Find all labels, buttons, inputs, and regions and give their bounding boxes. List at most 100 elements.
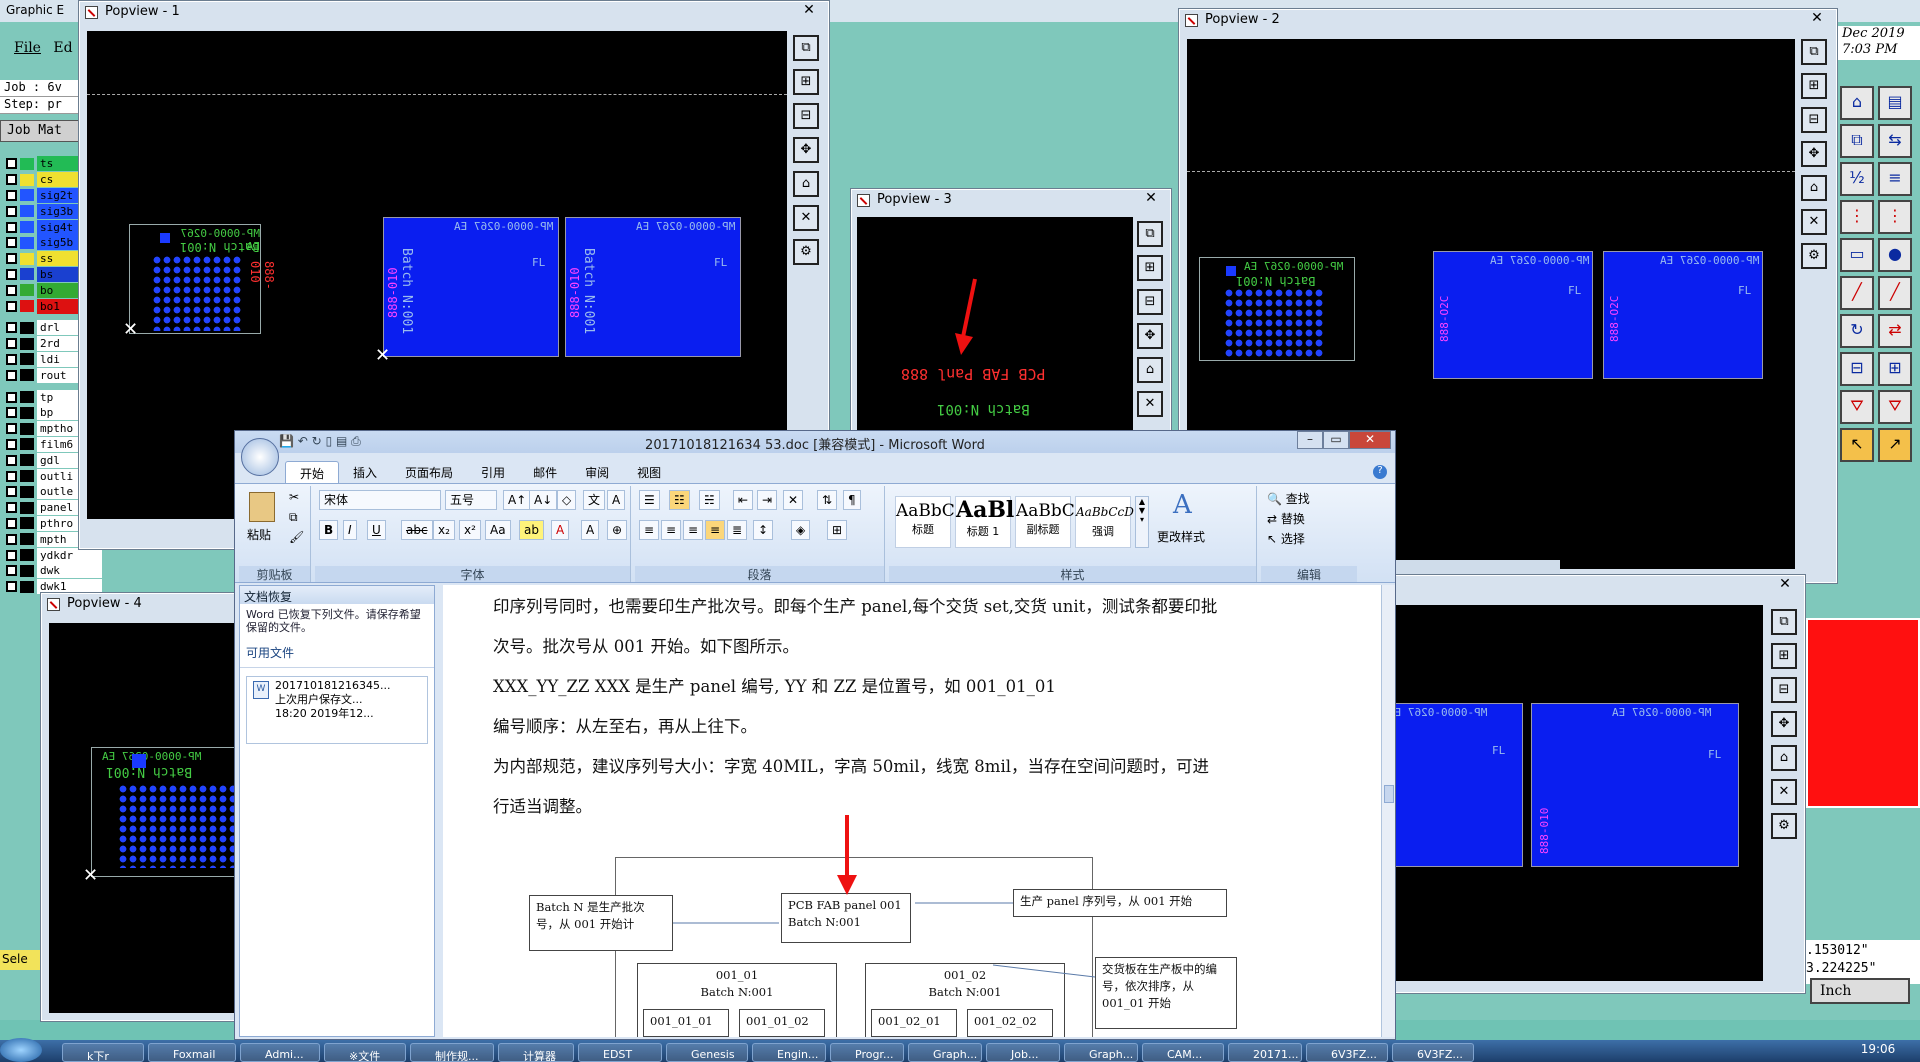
menu-edit[interactable]: Ed	[53, 40, 72, 56]
popview-lower-right-canvas[interactable]: MP-0000-0267 EA FL MP-0000-0267 EA 888-0…	[1381, 605, 1763, 981]
paste-icon[interactable]	[249, 492, 275, 522]
document-page[interactable]: 印序列号同时，也需要印生产批次号。即每个生产 panel,每个交货 set,交货…	[443, 585, 1383, 1037]
taskbar-item[interactable]: Admi...	[240, 1043, 320, 1062]
style-emphasis[interactable]: AaBbCcD 强调	[1075, 496, 1134, 548]
phonetic-icon[interactable]: 文	[583, 490, 606, 510]
probe-tool-icon[interactable]: ⋮	[1840, 200, 1874, 234]
layer-checkbox[interactable]	[6, 454, 17, 466]
char-shading-icon[interactable]: A	[581, 520, 600, 540]
menu-file[interactable]: File	[14, 40, 41, 56]
home-icon[interactable]: ⌂	[1771, 745, 1797, 771]
redraw-icon[interactable]: ✕	[1801, 209, 1827, 235]
select-tool-icon[interactable]: ↖	[1840, 428, 1874, 462]
taskbar-item[interactable]: 6V3FZ...	[1392, 1043, 1474, 1062]
measure-tool-icon[interactable]: ⋮	[1878, 200, 1912, 234]
taskbar-item[interactable]: 计算器	[498, 1043, 574, 1062]
tab-references[interactable]: 引用	[467, 461, 519, 483]
strikethrough-button[interactable]: abc	[401, 520, 433, 540]
tab-insert[interactable]: 插入	[339, 461, 391, 483]
snap-tool-icon[interactable]: ⊞	[1878, 352, 1912, 386]
align-left-icon[interactable]: ≡	[639, 520, 660, 540]
pan-icon[interactable]: ✥	[793, 137, 819, 163]
borders-icon[interactable]: ⊞	[827, 520, 848, 540]
styles-scroll[interactable]: ▲ ▼ ▾	[1135, 496, 1149, 548]
layer-checkbox[interactable]	[6, 486, 17, 498]
close-icon[interactable]: ✕	[797, 3, 821, 19]
distribute-icon[interactable]: ≣	[727, 520, 748, 540]
zoom-out-icon[interactable]: ⊟	[1771, 677, 1797, 703]
layer-checkbox[interactable]	[6, 300, 17, 312]
format-painter-icon[interactable]: 🖌	[289, 530, 304, 544]
layer-checkbox[interactable]	[6, 189, 17, 201]
pan-icon[interactable]: ✥	[1137, 323, 1163, 349]
justify-icon[interactable]: ≡	[705, 520, 726, 540]
home-icon[interactable]: ⌂	[793, 171, 819, 197]
redraw-icon[interactable]: ✕	[1137, 391, 1163, 417]
zoom-fit-icon[interactable]: ⧉	[1137, 221, 1163, 247]
grow-font-icon[interactable]: A↑	[503, 490, 532, 510]
subscript-button[interactable]: x₂	[433, 520, 455, 540]
chinese-layout-icon[interactable]: ✕	[783, 490, 804, 510]
show-marks-icon[interactable]: ¶	[843, 490, 861, 510]
layer-checkbox[interactable]	[6, 565, 17, 577]
taskbar-item[interactable]: 6V3FZ...	[1306, 1043, 1388, 1062]
tab-page-layout[interactable]: 页面布局	[391, 461, 467, 483]
print-icon[interactable]: ⎙	[351, 434, 361, 448]
help-icon[interactable]: ?	[1373, 465, 1387, 479]
zoom-box-tool-icon[interactable]: ⧉	[1840, 124, 1874, 158]
close-icon[interactable]: ✕	[1773, 577, 1797, 593]
align-center-icon[interactable]: ≡	[661, 520, 682, 540]
popview-3-canvas[interactable]: PCB FAB Panl 888 Batch N:001	[857, 217, 1133, 433]
select-button[interactable]: ↖ 选择	[1267, 530, 1305, 547]
layer-checkbox[interactable]	[6, 423, 17, 435]
style-subtitle[interactable]: AaBbC 副标题	[1015, 496, 1075, 548]
route-tool-icon[interactable]: ⛛	[1840, 390, 1874, 424]
layer-checkbox[interactable]	[6, 369, 17, 381]
clear-format-icon[interactable]: ◇	[557, 490, 577, 510]
paste-button[interactable]: 粘贴	[247, 526, 271, 543]
undo-icon[interactable]: ↶	[298, 434, 308, 448]
layers-tool-icon[interactable]: ≡	[1878, 162, 1912, 196]
close-button[interactable]: ✕	[1349, 431, 1391, 449]
italic-button[interactable]: I	[343, 520, 357, 540]
layer-checkbox[interactable]	[6, 205, 17, 217]
line-tool-icon[interactable]: ╱	[1840, 276, 1874, 310]
taskbar-item[interactable]: Genesis	[666, 1043, 748, 1062]
zoom-fit-icon[interactable]: ⧉	[1801, 39, 1827, 65]
tab-view[interactable]: 视图	[623, 461, 675, 483]
home-tool-icon[interactable]: ⌂	[1840, 86, 1874, 120]
layer-checkbox[interactable]	[6, 407, 17, 419]
layer-checkbox[interactable]	[6, 174, 17, 186]
minimize-button[interactable]: –	[1297, 431, 1323, 449]
shape-tool-icon[interactable]: ⛛	[1878, 390, 1912, 424]
zoom-out-icon[interactable]: ⊟	[1137, 289, 1163, 315]
job-matrix-button[interactable]: Job Mat	[0, 120, 90, 142]
superscript-button[interactable]: x²	[459, 520, 481, 540]
layer-checkbox[interactable]	[6, 549, 17, 561]
settings-icon[interactable]: ⚙	[1771, 813, 1797, 839]
popview-4-canvas[interactable]: MP-0000-0267 EA Batch N:001 ✕	[49, 623, 251, 1013]
find-button[interactable]: 🔍 查找	[1267, 490, 1310, 507]
vertical-scrollbar[interactable]	[1381, 585, 1395, 1037]
copy-icon[interactable]: ⧉	[289, 510, 298, 525]
line-spacing-icon[interactable]: ↕	[753, 520, 774, 540]
style-title[interactable]: AaBbC 标题	[895, 496, 955, 548]
sort-icon[interactable]: ⇅	[817, 490, 838, 510]
zoom-in-icon[interactable]: ⊞	[793, 69, 819, 95]
zoom-fit-icon[interactable]: ⧉	[1771, 609, 1797, 635]
pad-tool-icon[interactable]: ●	[1878, 238, 1912, 272]
tab-home[interactable]: 开始	[285, 461, 340, 483]
shrink-font-icon[interactable]: A↓	[529, 490, 558, 510]
layer-checkbox[interactable]	[6, 268, 17, 280]
char-border-icon[interactable]: A	[607, 490, 626, 510]
increase-indent-icon[interactable]: ⇥	[757, 490, 778, 510]
font-name-select[interactable]: 宋体	[319, 490, 441, 510]
taskbar-item[interactable]: Job...	[986, 1043, 1060, 1062]
layer-checkbox[interactable]	[6, 470, 17, 482]
units-selector[interactable]: Inch	[1810, 978, 1910, 1004]
maximize-button[interactable]: ▭	[1323, 431, 1349, 449]
rotate-tool-icon[interactable]: ↻	[1840, 314, 1874, 348]
layer-checkbox[interactable]	[6, 502, 17, 514]
layer-checkbox[interactable]	[6, 221, 17, 233]
taskbar-item[interactable]: ※文件	[324, 1043, 406, 1062]
